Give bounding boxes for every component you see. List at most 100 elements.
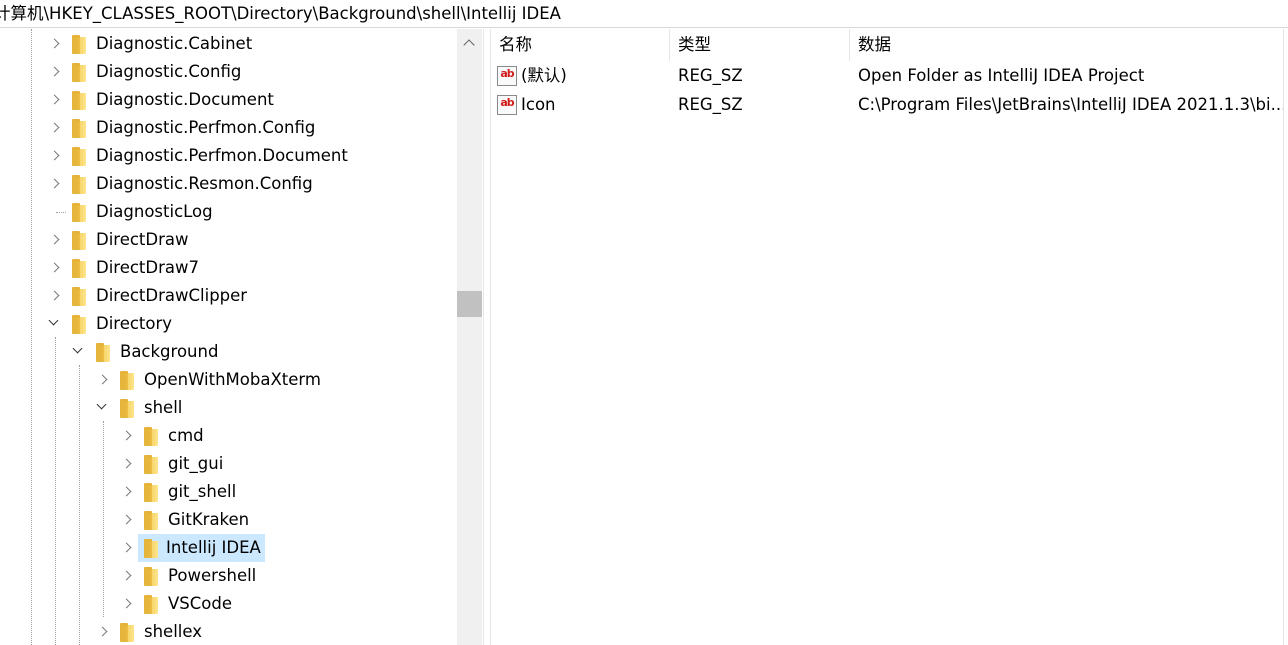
column-header-type[interactable]: 类型: [670, 29, 850, 61]
address-bar[interactable]: 计算机\HKEY_CLASSES_ROOT\Directory\Backgrou…: [0, 0, 1288, 28]
tree-item-diagnostic-perfmon-config[interactable]: Diagnostic.Perfmon.Config: [0, 114, 456, 142]
string-value-icon: ab: [497, 95, 517, 115]
tree-item-label: OpenWithMobaXterm: [144, 370, 321, 389]
tree-item-label: Diagnostic.Config: [96, 62, 242, 81]
folder-icon: [72, 35, 86, 54]
pane-border: [1283, 29, 1288, 645]
expand-chevron-icon[interactable]: [120, 450, 136, 478]
value-name: (默认): [521, 66, 567, 85]
tree-item-label: cmd: [168, 426, 204, 445]
expand-chevron-icon[interactable]: [120, 562, 136, 590]
tree-item-intellij-idea[interactable]: Intellij IDEA: [0, 534, 456, 562]
column-header-name[interactable]: 名称: [491, 29, 670, 61]
address-path: 计算机\HKEY_CLASSES_ROOT\Directory\Backgrou…: [0, 4, 561, 23]
tree-item-label: DiagnosticLog: [96, 202, 213, 221]
expand-chevron-icon[interactable]: [120, 506, 136, 534]
expand-chevron-icon[interactable]: [48, 142, 64, 170]
tree-scrollbar[interactable]: [457, 29, 482, 645]
folder-icon: [72, 147, 86, 166]
tree-item-label: Powershell: [168, 566, 257, 585]
expand-chevron-icon[interactable]: [96, 366, 112, 394]
folder-icon: [72, 287, 86, 306]
tree-item-label: Diagnostic.Document: [96, 90, 274, 109]
expand-chevron-icon[interactable]: [96, 618, 112, 645]
expand-chevron-icon[interactable]: [48, 30, 64, 58]
tree-item-label: Directory: [96, 314, 173, 333]
expand-chevron-icon[interactable]: [48, 114, 64, 142]
tree-item-diagnostic-resmon-config[interactable]: Diagnostic.Resmon.Config: [0, 170, 456, 198]
tree-item-background[interactable]: Background: [0, 338, 456, 366]
tree-item-label: Background: [120, 342, 219, 361]
expand-chevron-icon[interactable]: [120, 534, 136, 562]
tree-item-label: GitKraken: [168, 510, 250, 529]
value-row[interactable]: ab (默认) REG_SZ Open Folder as IntelliJ I…: [491, 61, 1288, 90]
tree-item-shellex[interactable]: shellex: [0, 618, 456, 645]
folder-icon: [120, 623, 134, 642]
folder-icon: [120, 371, 134, 390]
folder-icon: [72, 119, 86, 138]
tree-item-diagnostic-perfmon-document[interactable]: Diagnostic.Perfmon.Document: [0, 142, 456, 170]
values-pane[interactable]: 名称 类型 数据 ab (默认) REG_SZ Open Folder as I…: [491, 29, 1288, 645]
expand-chevron-icon[interactable]: [120, 422, 136, 450]
tree-item-label: Diagnostic.Resmon.Config: [96, 174, 313, 193]
expand-chevron-icon[interactable]: [120, 590, 136, 618]
folder-icon: [72, 315, 86, 334]
collapse-chevron-icon[interactable]: [70, 338, 86, 366]
folder-icon: [144, 539, 158, 558]
folder-icon: [120, 399, 134, 418]
tree-item-label: DirectDrawClipper: [96, 286, 248, 305]
expand-chevron-icon[interactable]: [48, 226, 64, 254]
registry-tree[interactable]: Diagnostic.Cabinet Diagnostic.Config Dia…: [0, 29, 483, 645]
scrollbar-thumb[interactable]: [457, 291, 482, 317]
tree-item-git-shell[interactable]: git_shell: [0, 478, 456, 506]
tree-item-diagnostic-document[interactable]: Diagnostic.Document: [0, 86, 456, 114]
tree-item-vscode[interactable]: VSCode: [0, 590, 456, 618]
tree-item-label: Diagnostic.Cabinet: [96, 34, 253, 53]
tree-item-diagnosticlog[interactable]: DiagnosticLog: [0, 198, 456, 226]
scroll-up-arrow-icon[interactable]: [457, 29, 482, 59]
expand-chevron-icon[interactable]: [48, 86, 64, 114]
collapse-chevron-icon[interactable]: [46, 310, 62, 338]
expand-chevron-icon[interactable]: [48, 254, 64, 282]
pane-splitter[interactable]: [483, 29, 491, 645]
expand-chevron-icon[interactable]: [48, 170, 64, 198]
tree-item-directdraw7[interactable]: DirectDraw7: [0, 254, 456, 282]
collapse-chevron-icon[interactable]: [94, 394, 110, 422]
tree-item-label: shellex: [144, 622, 202, 641]
expand-chevron-icon[interactable]: [48, 282, 64, 310]
tree-item-shell[interactable]: shell: [0, 394, 456, 422]
tree-item-cmd[interactable]: cmd: [0, 422, 456, 450]
tree-item-label: VSCode: [168, 594, 233, 613]
tree-connector: [52, 198, 68, 226]
tree-item-gitkraken[interactable]: GitKraken: [0, 506, 456, 534]
tree-item-label: DirectDraw7: [96, 258, 199, 277]
string-value-icon: ab: [497, 66, 517, 86]
folder-icon: [144, 595, 158, 614]
tree-item-directdrawclipper[interactable]: DirectDrawClipper: [0, 282, 456, 310]
column-header-data[interactable]: 数据: [850, 29, 1288, 61]
expand-chevron-icon[interactable]: [120, 478, 136, 506]
tree-item-powershell[interactable]: Powershell: [0, 562, 456, 590]
tree-item-openwithmobaxterm[interactable]: OpenWithMobaXterm: [0, 366, 456, 394]
tree-item-label: Diagnostic.Perfmon.Document: [96, 146, 348, 165]
values-header: 名称 类型 数据: [491, 29, 1288, 61]
tree-item-diagnostic-cabinet[interactable]: Diagnostic.Cabinet: [0, 30, 456, 58]
folder-icon: [72, 231, 86, 250]
tree-item-directdraw[interactable]: DirectDraw: [0, 226, 456, 254]
tree-item-directory[interactable]: Directory: [0, 310, 456, 338]
value-type: REG_SZ: [678, 95, 743, 114]
value-row[interactable]: ab Icon REG_SZ C:\Program Files\JetBrain…: [491, 90, 1288, 119]
folder-icon: [72, 259, 86, 278]
value-name: Icon: [521, 95, 556, 114]
tree-item-label: DirectDraw: [96, 230, 189, 249]
value-type: REG_SZ: [678, 66, 743, 85]
value-data: Open Folder as IntelliJ IDEA Project: [858, 66, 1145, 85]
folder-icon: [144, 567, 158, 586]
folder-icon: [72, 203, 86, 222]
tree-item-git-gui[interactable]: git_gui: [0, 450, 456, 478]
expand-chevron-icon[interactable]: [48, 58, 64, 86]
tree-item-label: git_shell: [168, 482, 237, 501]
folder-icon: [144, 511, 158, 530]
tree-item-diagnostic-config[interactable]: Diagnostic.Config: [0, 58, 456, 86]
folder-icon: [72, 63, 86, 82]
